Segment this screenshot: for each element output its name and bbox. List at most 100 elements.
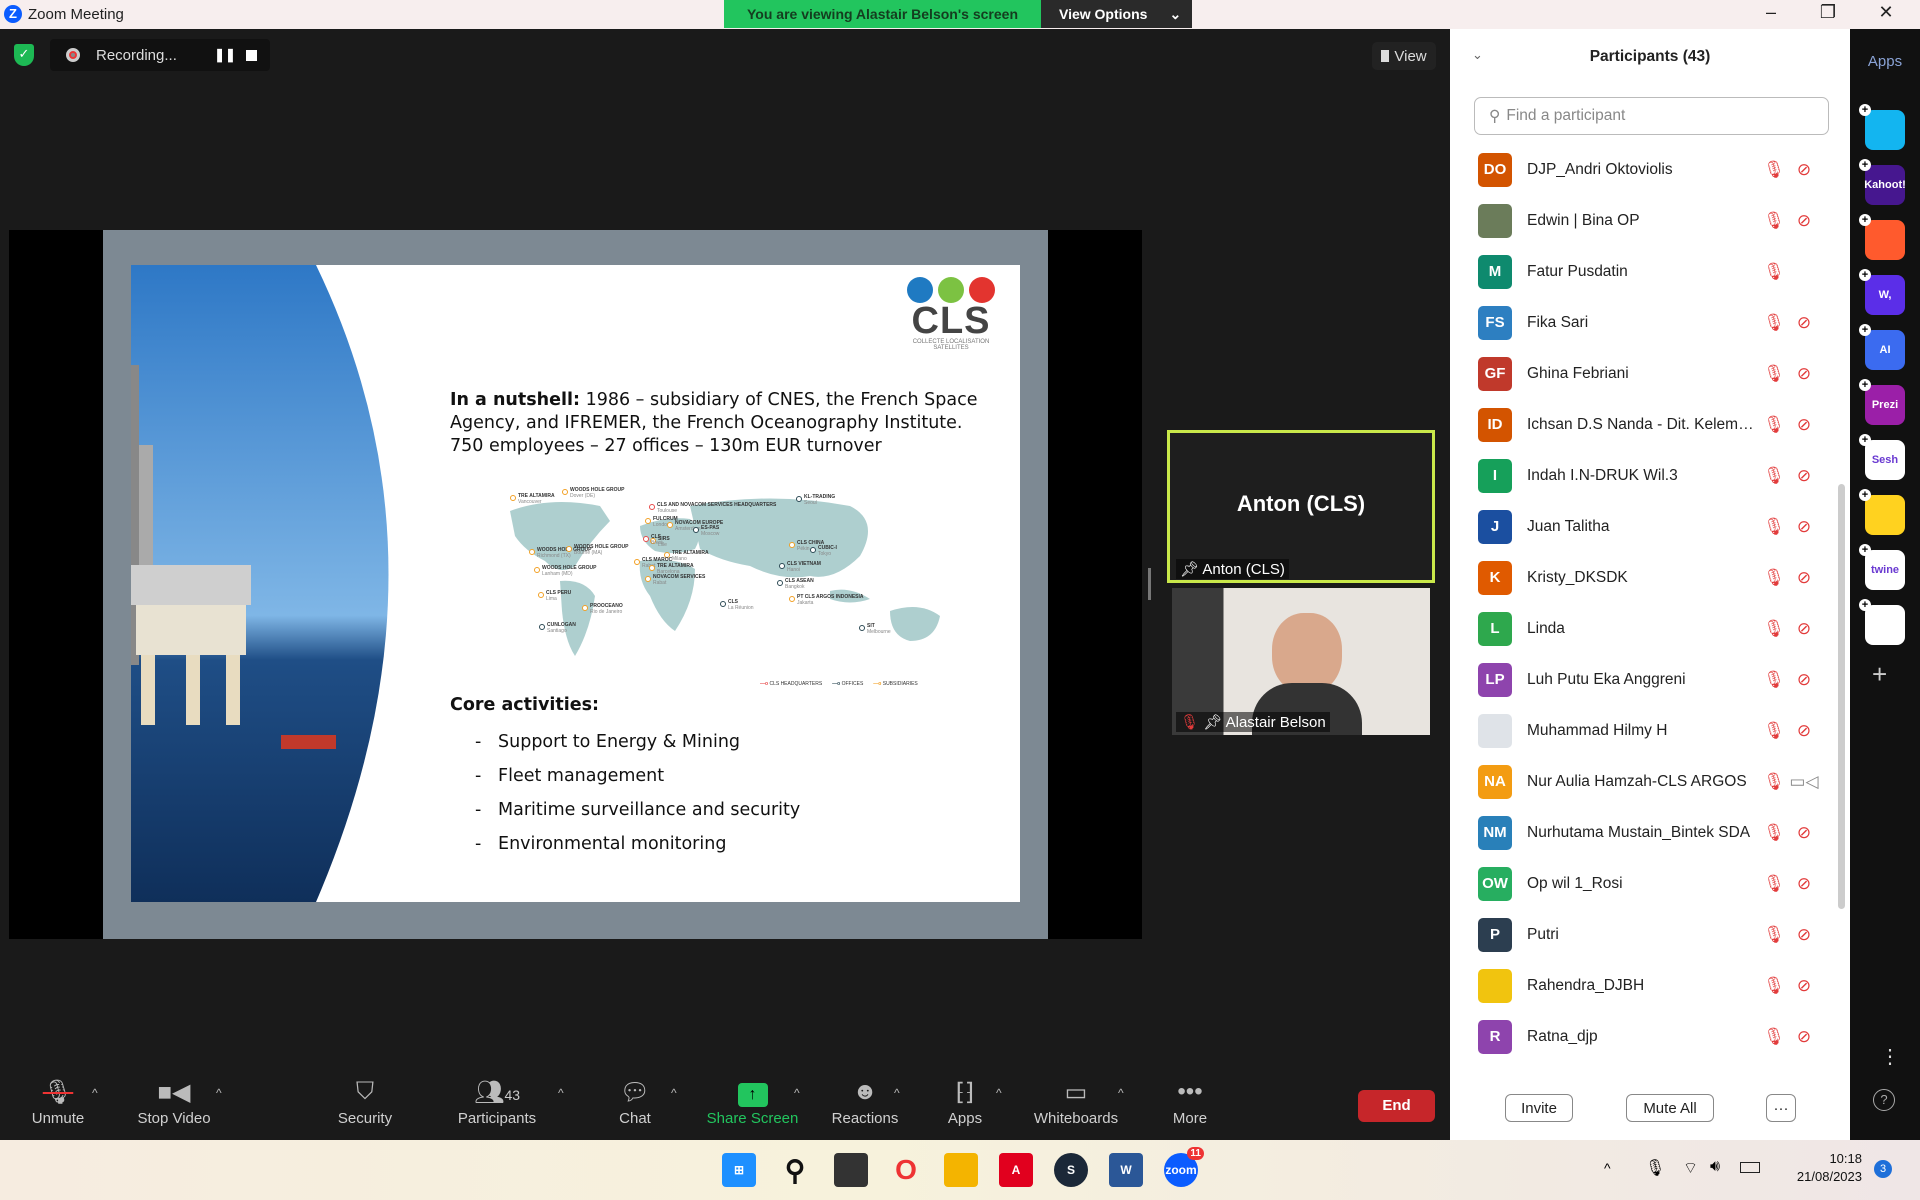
video-off-icon[interactable]: ⊘ <box>1789 160 1819 180</box>
participant-row[interactable]: Edwin | Bina OP 🎙︎ ⊘ <box>1450 195 1820 246</box>
add-app-button[interactable]: + <box>1872 659 1887 690</box>
unmute-button[interactable]: 🎙︎ Unmute <box>22 1078 94 1127</box>
wifi-icon[interactable]: ⌔ <box>1683 1158 1698 1178</box>
notification-badge[interactable]: 3 <box>1874 1160 1892 1178</box>
participant-row[interactable]: M Fatur Pusdatin 🎙︎ <box>1450 246 1820 297</box>
search-icon[interactable]: ⚲ <box>778 1153 812 1187</box>
microphone-tray-icon[interactable]: 🎙︎ <box>1645 1158 1665 1178</box>
app-icon-prezi[interactable]: Prezi + <box>1859 379 1905 425</box>
add-app-plus-icon[interactable]: + <box>1859 489 1871 501</box>
participant-row[interactable]: K Kristy_DKSDK 🎙︎ ⊘ <box>1450 552 1820 603</box>
muted-mic-icon[interactable]: 🎙︎ <box>1759 466 1789 486</box>
participant-row[interactable]: OW Op wil 1_Rosi 🎙︎ ⊘ <box>1450 858 1820 909</box>
task-view-icon[interactable] <box>834 1153 868 1187</box>
muted-mic-icon[interactable]: 🎙︎ <box>1759 1027 1789 1047</box>
participant-row[interactable]: GF Ghina Febriani 🎙︎ ⊘ <box>1450 348 1820 399</box>
video-off-icon[interactable]: ⊘ <box>1789 517 1819 537</box>
participant-row[interactable]: I Indah I.N-DRUK Wil.3 🎙︎ ⊘ <box>1450 450 1820 501</box>
restore-button[interactable]: ❐ <box>1808 2 1848 23</box>
app-icon-ai[interactable]: AI + <box>1859 324 1905 370</box>
video-off-icon[interactable]: ⊘ <box>1789 619 1819 639</box>
help-icon[interactable]: ? <box>1873 1089 1895 1111</box>
app-icon-twine[interactable]: twine + <box>1859 544 1905 590</box>
share-options-caret[interactable]: ^ <box>794 1086 800 1100</box>
video-off-icon[interactable]: ⊘ <box>1789 415 1819 435</box>
participant-search-input[interactable]: ⚲ Find a participant <box>1474 97 1829 135</box>
video-on-icon[interactable]: ▭◁ <box>1789 772 1819 792</box>
video-off-icon[interactable]: ⊘ <box>1789 925 1819 945</box>
participant-row[interactable]: FS Fika Sari 🎙︎ ⊘ <box>1450 297 1820 348</box>
end-meeting-button[interactable]: End <box>1358 1090 1435 1122</box>
view-options-button[interactable]: View Options ⌄ <box>1041 0 1192 28</box>
muted-mic-icon[interactable]: 🎙︎ <box>1759 415 1789 435</box>
app-icon-kahoot[interactable]: Kahoot! + <box>1859 159 1906 205</box>
file-explorer-icon[interactable] <box>944 1153 978 1187</box>
more-options-button[interactable]: ··· <box>1766 1094 1796 1122</box>
add-app-plus-icon[interactable]: + <box>1859 159 1871 171</box>
apps-options-caret[interactable]: ^ <box>996 1086 1002 1100</box>
video-off-icon[interactable]: ⊘ <box>1789 874 1819 894</box>
add-app-plus-icon[interactable]: + <box>1859 379 1871 391</box>
acrobat-icon[interactable]: A <box>999 1153 1033 1187</box>
chat-options-caret[interactable]: ^ <box>671 1086 677 1100</box>
video-off-icon[interactable]: ⊘ <box>1789 313 1819 333</box>
video-off-icon[interactable]: ⊘ <box>1789 721 1819 741</box>
muted-mic-icon[interactable]: 🎙︎ <box>1759 568 1789 588</box>
add-app-plus-icon[interactable]: + <box>1859 104 1871 116</box>
stop-recording-button[interactable] <box>246 49 257 61</box>
security-button[interactable]: ⛉ Security <box>330 1078 400 1127</box>
view-button[interactable]: View <box>1372 42 1436 70</box>
muted-mic-icon[interactable]: 🎙︎ <box>1759 262 1789 282</box>
app-icon-grid[interactable]: + <box>1859 599 1905 645</box>
battery-icon[interactable] <box>1740 1162 1760 1173</box>
steam-icon[interactable]: S <box>1054 1153 1088 1187</box>
participant-row[interactable]: LP Luh Putu Eka Anggreni 🎙︎ ⊘ <box>1450 654 1820 705</box>
add-app-plus-icon[interactable]: + <box>1859 599 1871 611</box>
video-off-icon[interactable]: ⊘ <box>1789 823 1819 843</box>
participant-row[interactable]: P Putri 🎙︎ ⊘ <box>1450 909 1820 960</box>
add-app-plus-icon[interactable]: + <box>1859 214 1871 226</box>
add-app-plus-icon[interactable]: + <box>1859 269 1871 281</box>
more-button[interactable]: ••• More <box>1165 1078 1215 1127</box>
app-icon-cblock[interactable]: + <box>1859 214 1905 260</box>
video-off-icon[interactable]: ⊘ <box>1789 466 1819 486</box>
stop-video-button[interactable]: ■◀ Stop Video <box>130 1078 218 1127</box>
muted-mic-icon[interactable]: 🎙︎ <box>1759 517 1789 537</box>
participants-button[interactable]: 👥︎43 Participants <box>452 1078 542 1127</box>
apps-button[interactable]: ⁅⁆ Apps <box>940 1078 990 1127</box>
muted-mic-icon[interactable]: 🎙︎ <box>1759 772 1789 792</box>
participant-row[interactable]: DO DJP_Andri Oktoviolis 🎙︎ ⊘ <box>1450 144 1820 195</box>
muted-mic-icon[interactable]: 🎙︎ <box>1759 721 1789 741</box>
participant-row[interactable]: R Ratna_djp 🎙︎ ⊘ <box>1450 1011 1820 1062</box>
muted-mic-icon[interactable]: 🎙︎ <box>1759 670 1789 690</box>
share-screen-button[interactable]: ↑ Share Screen <box>705 1078 800 1127</box>
app-icon-emoji[interactable]: + <box>1859 489 1905 535</box>
participant-row[interactable]: Rahendra_DJBH 🎙︎ ⊘ <box>1450 960 1820 1011</box>
mute-all-button[interactable]: Mute All <box>1626 1094 1714 1122</box>
muted-mic-icon[interactable]: 🎙︎ <box>1759 874 1789 894</box>
reactions-button[interactable]: ☻ Reactions <box>825 1078 905 1127</box>
participant-row[interactable]: NM Nurhutama Mustain_Bintek SDA 🎙︎ ⊘ <box>1450 807 1820 858</box>
muted-mic-icon[interactable]: 🎙︎ <box>1759 976 1789 996</box>
close-button[interactable]: ✕ <box>1866 2 1906 23</box>
video-off-icon[interactable]: ⊘ <box>1789 364 1819 384</box>
muted-mic-icon[interactable]: 🎙︎ <box>1759 364 1789 384</box>
muted-mic-icon[interactable]: 🎙︎ <box>1759 313 1789 333</box>
zoom-taskbar-icon[interactable]: zoom 11 <box>1164 1147 1204 1187</box>
participant-row[interactable]: J Juan Talitha 🎙︎ ⊘ <box>1450 501 1820 552</box>
video-options-caret[interactable]: ^ <box>216 1086 222 1100</box>
video-off-icon[interactable]: ⊘ <box>1789 1027 1819 1047</box>
add-app-plus-icon[interactable]: + <box>1859 544 1871 556</box>
participant-list-scrollbar[interactable] <box>1838 484 1845 909</box>
more-vertical-icon[interactable]: ⋮ <box>1880 1044 1900 1069</box>
participant-row[interactable]: ID Ichsan D.S Nanda - Dit. Kelemba... 🎙︎ ⊘ <box>1450 399 1820 450</box>
whiteboards-options-caret[interactable]: ^ <box>1118 1086 1124 1100</box>
opera-icon[interactable]: O <box>889 1153 923 1187</box>
muted-mic-icon[interactable]: 🎙︎ <box>1759 925 1789 945</box>
security-shield-icon[interactable]: ✓ <box>14 44 34 66</box>
app-icon-paperplane[interactable]: + <box>1859 104 1905 150</box>
video-off-icon[interactable]: ⊘ <box>1789 211 1819 231</box>
video-off-icon[interactable]: ⊘ <box>1789 568 1819 588</box>
volume-icon[interactable]: 🔊︎ <box>1710 1158 1720 1176</box>
app-icon-w[interactable]: W, + <box>1859 269 1905 315</box>
